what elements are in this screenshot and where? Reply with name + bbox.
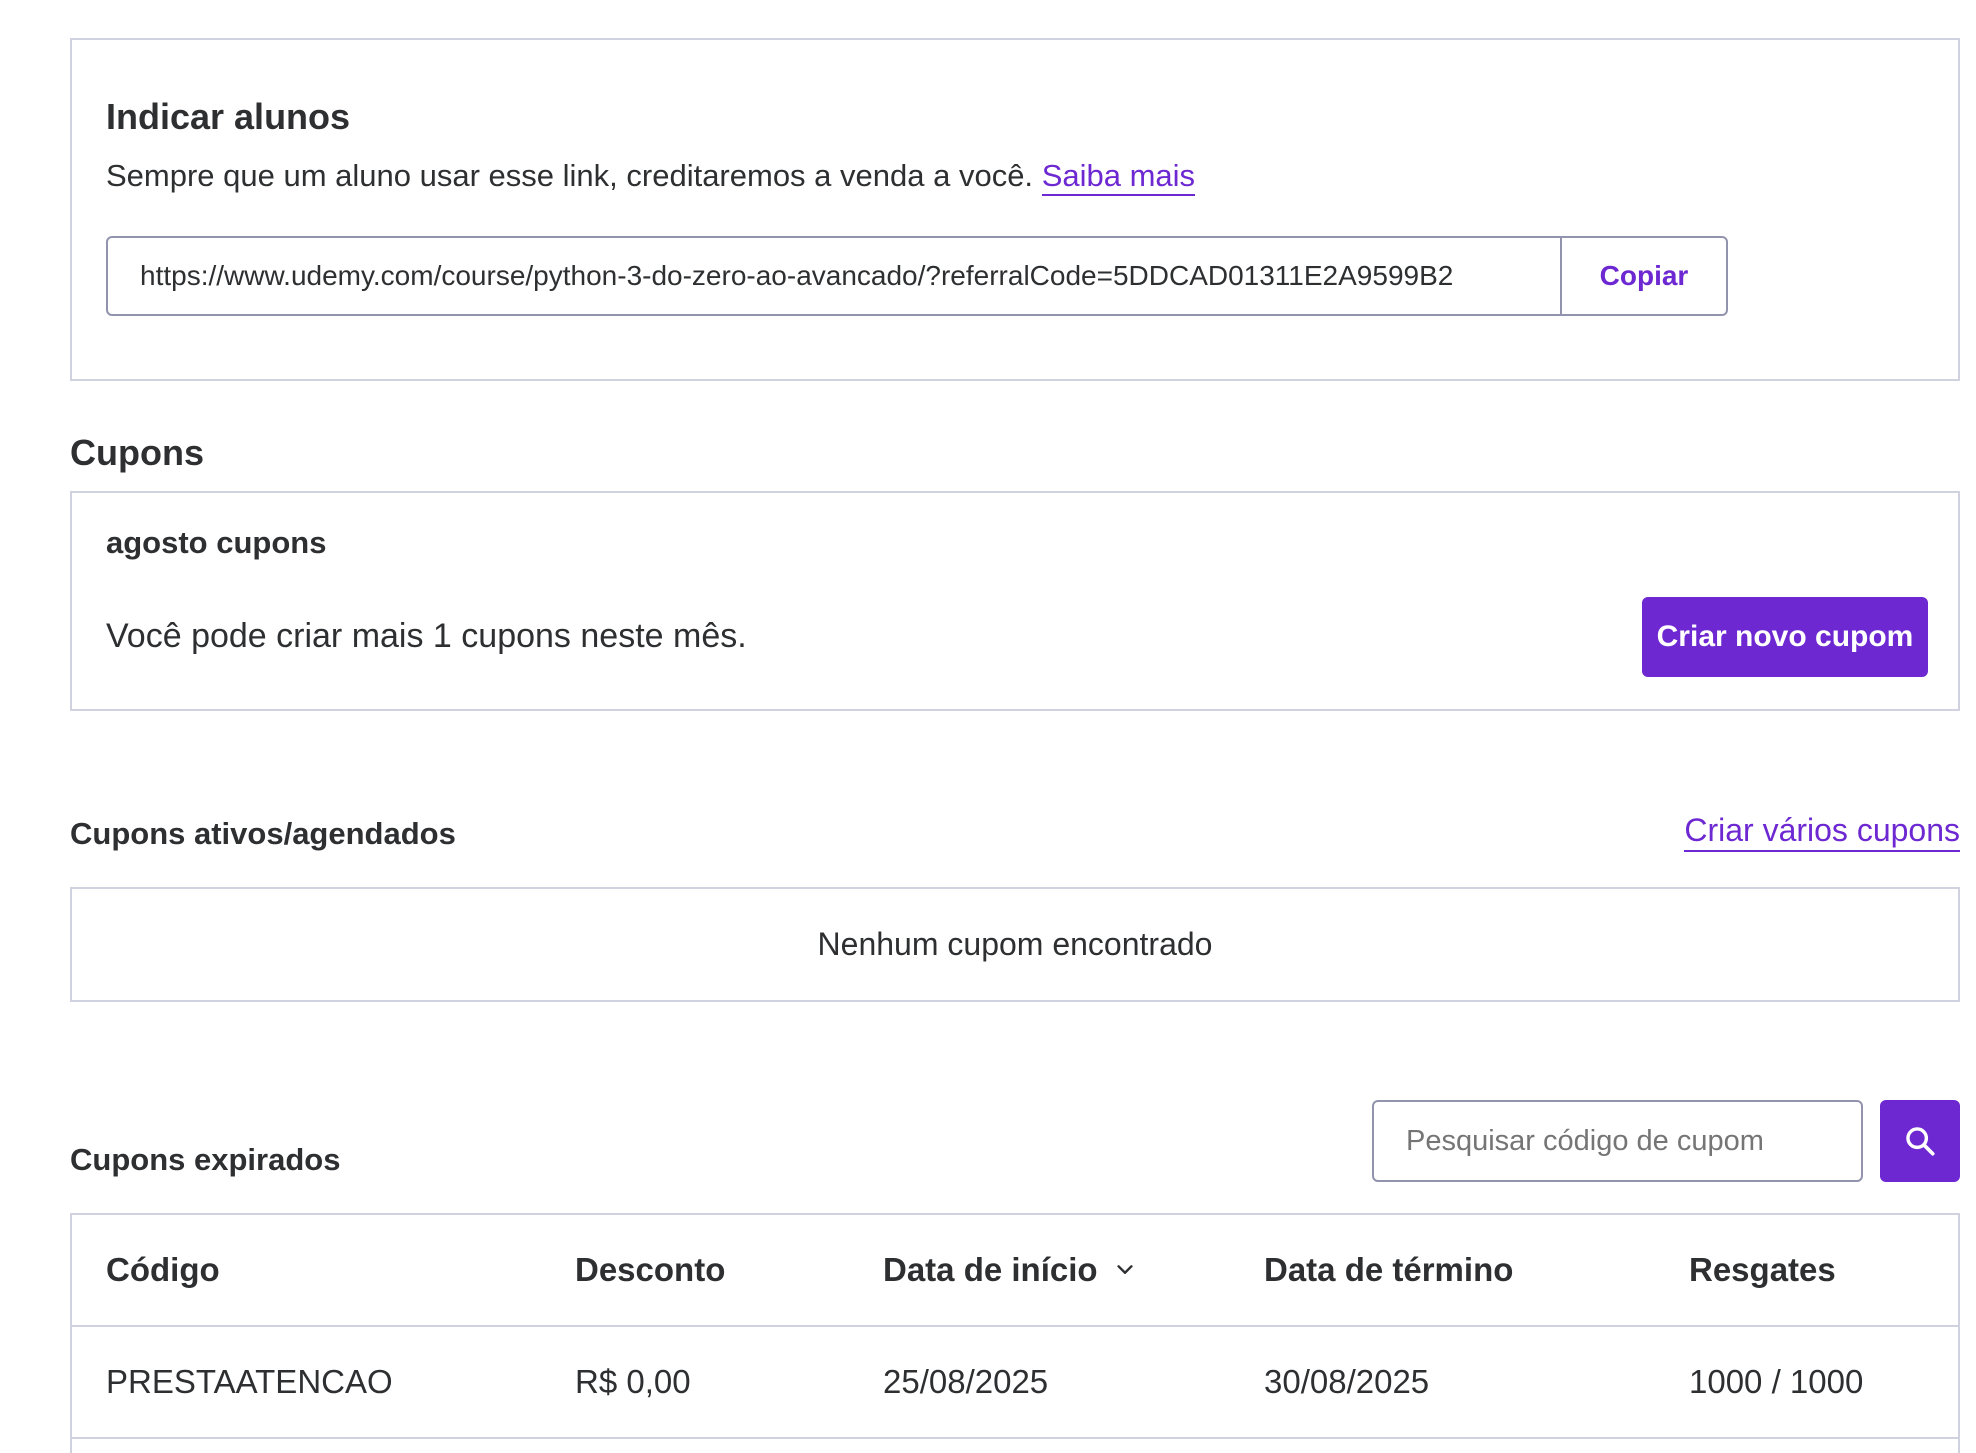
expired-coupons-title: Cupons expirados	[70, 1142, 341, 1177]
referral-card: Indicar alunos Sempre que um aluno usar …	[70, 38, 1960, 381]
referral-title: Indicar alunos	[106, 96, 351, 137]
create-multiple-coupons-link[interactable]: Criar vários cupons	[1684, 812, 1960, 852]
learn-more-link[interactable]: Saiba mais	[1041, 158, 1196, 196]
chevron-down-icon	[1116, 1265, 1133, 1274]
referral-description: Sempre que um aluno usar esse link, cred…	[106, 158, 1034, 193]
cell-end-date: 30/08/2025	[1264, 1363, 1430, 1400]
search-icon	[1906, 1127, 1935, 1156]
page: Indicar alunos Sempre que um aluno usar …	[0, 0, 1976, 1453]
column-header-redemptions: Resgates	[1689, 1251, 1836, 1288]
referral-url-field[interactable]: https://www.udemy.com/course/python-3-do…	[108, 238, 1560, 314]
column-header-discount: Desconto	[575, 1251, 726, 1288]
coupons-title: Cupons	[70, 432, 204, 473]
cell-start-date: 25/08/2025	[883, 1363, 1049, 1400]
column-header-code: Código	[106, 1251, 220, 1288]
table-header: Código Desconto Data de início Data de t…	[72, 1215, 1958, 1327]
coupon-search-button[interactable]	[1880, 1100, 1960, 1182]
active-coupons-empty-card: Nenhum cupom encontrado	[70, 887, 1960, 1002]
referral-description-line: Sempre que um aluno usar esse link, cred…	[106, 158, 1196, 196]
cell-redemptions: 1000 / 1000	[1689, 1363, 1864, 1400]
empty-state-text: Nenhum cupom encontrado	[817, 926, 1213, 962]
coupon-search-input[interactable]	[1372, 1100, 1863, 1182]
column-header-start-date[interactable]: Data de início	[883, 1251, 1136, 1289]
active-coupons-title: Cupons ativos/agendados	[70, 816, 456, 851]
cell-discount: R$ 0,00	[575, 1363, 691, 1400]
referral-link-group: https://www.udemy.com/course/python-3-do…	[106, 236, 1728, 316]
column-header-start-date-label: Data de início	[883, 1251, 1098, 1288]
create-coupon-button[interactable]: Criar novo cupom	[1642, 597, 1928, 677]
month-coupons-title: agosto cupons	[106, 525, 327, 560]
table-row: PRESTAATENCAO R$ 0,00 25/08/2025 30/08/2…	[72, 1327, 1958, 1439]
copy-button[interactable]: Copiar	[1560, 238, 1726, 314]
cell-code: PRESTAATENCAO	[106, 1363, 393, 1400]
month-coupons-text: Você pode criar mais 1 cupons neste mês.	[106, 617, 747, 655]
month-coupons-card: agosto cupons Você pode criar mais 1 cup…	[70, 491, 1960, 711]
expired-coupons-table: Código Desconto Data de início Data de t…	[70, 1213, 1960, 1453]
column-header-end-date: Data de término	[1264, 1251, 1514, 1288]
